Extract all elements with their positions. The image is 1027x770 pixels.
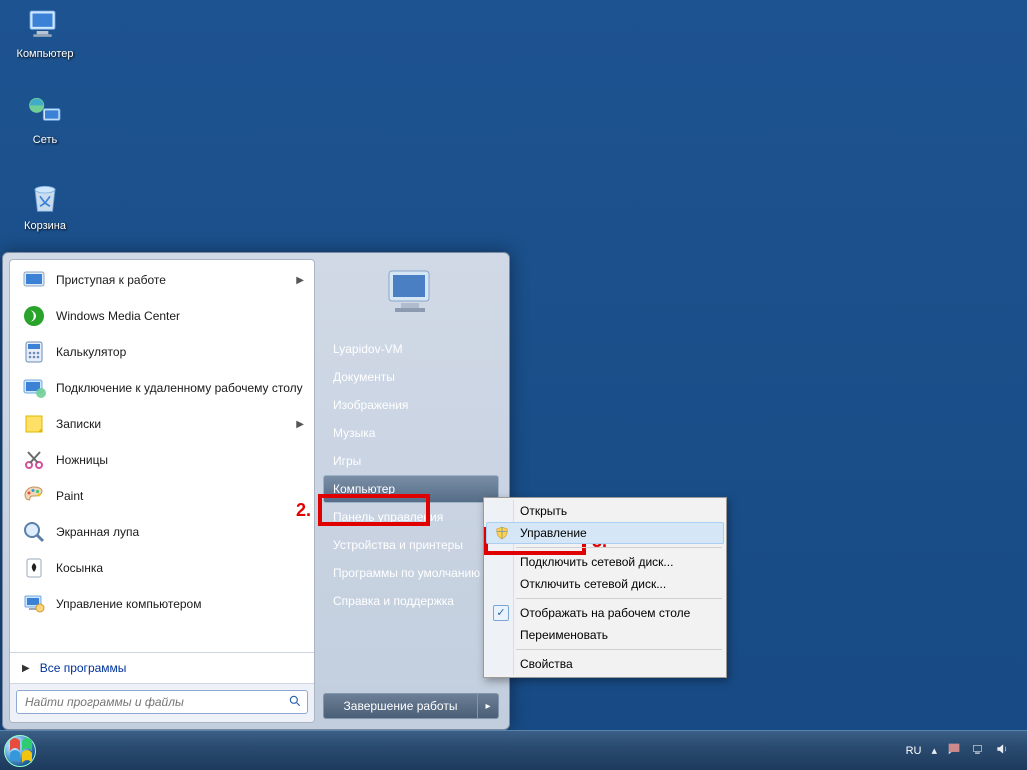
start-menu-right-pane: Lyapidov-VMДокументыИзображенияМузыкаИгр… — [319, 259, 503, 723]
program-media-center[interactable]: Windows Media Center — [10, 298, 314, 334]
desktop-icon-computer[interactable]: Компьютер — [8, 6, 82, 60]
context-separator — [516, 649, 722, 650]
shutdown-more-button[interactable]: ▸ — [477, 693, 499, 719]
start-right-item-6[interactable]: Панель управления — [323, 503, 499, 531]
start-menu-left-pane: Приступая к работе ▶ Windows Media Cente… — [9, 259, 315, 723]
magnifier-icon — [20, 518, 48, 546]
program-solitaire[interactable]: Косынка — [10, 550, 314, 586]
computer-mgmt-icon — [20, 590, 48, 618]
program-magnifier[interactable]: Экранная лупа — [10, 514, 314, 550]
start-right-item-7[interactable]: Устройства и принтеры — [323, 531, 499, 559]
user-avatar-icon[interactable] — [381, 265, 441, 319]
windows-orb-icon — [4, 735, 36, 767]
submenu-arrow-icon: ▶ — [296, 275, 304, 286]
program-paint[interactable]: Paint — [10, 478, 314, 514]
desktop[interactable]: Компьютер Сеть Корзина Приступая к работ… — [0, 0, 1027, 770]
context-item-9[interactable]: Свойства — [486, 653, 724, 675]
start-right-item-9[interactable]: Справка и поддержка — [323, 587, 499, 615]
context-item-4[interactable]: Отключить сетевой диск... — [486, 573, 724, 595]
tray-expand-icon[interactable]: ▴ — [931, 744, 937, 757]
program-list: Приступая к работе ▶ Windows Media Cente… — [10, 260, 314, 652]
getting-started-icon — [20, 266, 48, 294]
program-rdp[interactable]: Подключение к удаленному рабочему столу — [10, 370, 314, 406]
program-getting-started[interactable]: Приступая к работе ▶ — [10, 262, 314, 298]
context-item-1[interactable]: Управление — [486, 522, 724, 544]
paint-icon — [20, 482, 48, 510]
network-tray-icon[interactable] — [971, 742, 985, 759]
annotation-2: 2. — [296, 500, 311, 521]
context-separator — [516, 598, 722, 599]
context-item-3[interactable]: Подключить сетевой диск... — [486, 551, 724, 573]
rdp-icon — [20, 374, 48, 402]
recycle-bin-icon — [25, 178, 65, 218]
program-snipping[interactable]: Ножницы — [10, 442, 314, 478]
context-menu: ОткрытьУправление Подключить сетевой диск… — [483, 497, 727, 678]
network-icon — [25, 92, 65, 132]
search-icon[interactable] — [288, 694, 302, 711]
context-item-0[interactable]: Открыть — [486, 500, 724, 522]
search-row — [10, 683, 314, 722]
language-indicator[interactable]: RU — [906, 745, 922, 757]
shutdown-label: Завершение работы — [344, 699, 458, 713]
context-item-6[interactable]: Отображать на рабочем столе✓ — [486, 602, 724, 624]
desktop-icon-recycle-bin[interactable]: Корзина — [8, 178, 82, 232]
calculator-icon — [20, 338, 48, 366]
start-right-item-4[interactable]: Игры — [323, 447, 499, 475]
program-calculator[interactable]: Калькулятор — [10, 334, 314, 370]
chevron-right-icon: ▶ — [22, 663, 30, 674]
start-right-item-8[interactable]: Программы по умолчанию — [323, 559, 499, 587]
context-separator — [516, 547, 722, 548]
solitaire-icon — [20, 554, 48, 582]
start-right-item-2[interactable]: Изображения — [323, 391, 499, 419]
all-programs-button[interactable]: ▶ Все программы — [10, 652, 314, 683]
shield-icon — [495, 526, 509, 540]
shutdown-button[interactable]: Завершение работы — [323, 693, 477, 719]
sticky-notes-icon — [20, 410, 48, 438]
start-button[interactable] — [0, 731, 40, 770]
desktop-icon-network[interactable]: Сеть — [8, 92, 82, 146]
system-tray: RU ▴ — [906, 742, 1027, 759]
all-programs-label: Все программы — [40, 661, 127, 675]
computer-icon — [25, 6, 65, 46]
context-item-7[interactable]: Переименовать — [486, 624, 724, 646]
start-right-item-5[interactable]: Компьютер — [323, 475, 499, 503]
desktop-icon-label: Компьютер — [8, 48, 82, 60]
desktop-icon-label: Корзина — [8, 220, 82, 232]
scissors-icon — [20, 446, 48, 474]
start-right-item-0[interactable]: Lyapidov-VM — [323, 335, 499, 363]
taskbar[interactable]: RU ▴ — [0, 730, 1027, 770]
submenu-arrow-icon: ▶ — [296, 419, 304, 430]
action-center-icon[interactable] — [947, 742, 961, 759]
start-menu: Приступая к работе ▶ Windows Media Cente… — [2, 252, 510, 730]
desktop-icon-label: Сеть — [8, 134, 82, 146]
program-sticky-notes[interactable]: Записки ▶ — [10, 406, 314, 442]
start-right-item-3[interactable]: Музыка — [323, 419, 499, 447]
search-input[interactable] — [16, 690, 308, 714]
media-center-icon — [20, 302, 48, 330]
program-computer-mgmt[interactable]: Управление компьютером — [10, 586, 314, 622]
chevron-right-icon: ▸ — [485, 701, 490, 712]
volume-icon[interactable] — [995, 742, 1009, 759]
start-right-item-1[interactable]: Документы — [323, 363, 499, 391]
checkmark-icon: ✓ — [493, 605, 509, 621]
